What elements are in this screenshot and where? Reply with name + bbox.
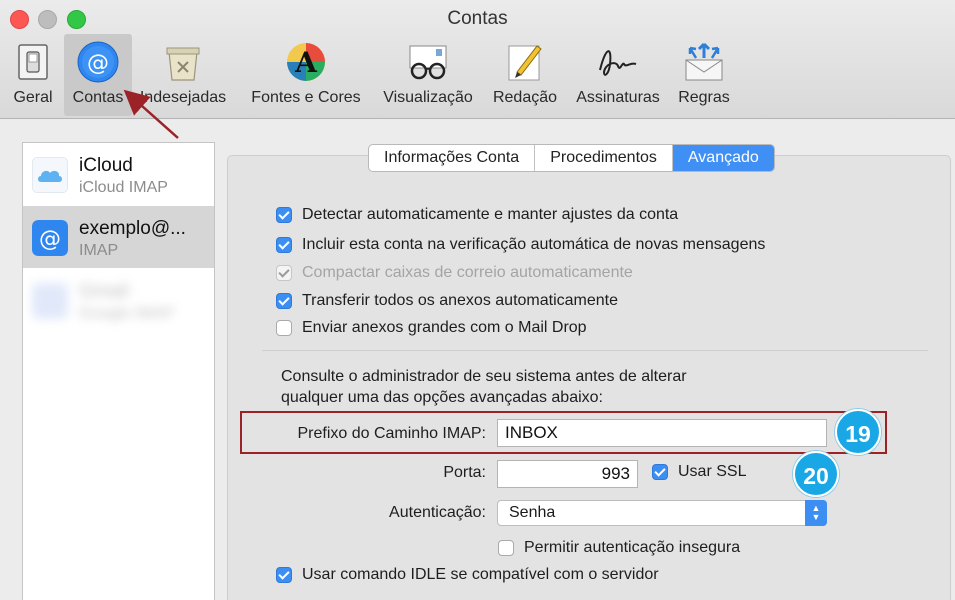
switch-icon bbox=[18, 44, 48, 80]
toolbar-label: Indesejadas bbox=[139, 89, 227, 106]
toolbar-label: Visualização bbox=[383, 89, 473, 106]
checkbox[interactable] bbox=[276, 320, 292, 336]
gmail-icon bbox=[32, 283, 68, 319]
account-name: iCloud bbox=[79, 155, 133, 176]
accounts-list: iCloud iCloud IMAP @ exemplo@... IMAP Gm… bbox=[22, 142, 215, 600]
tab-procedimentos[interactable]: Procedimentos bbox=[535, 145, 673, 171]
pencil-note-icon bbox=[508, 45, 542, 81]
junk-bin-icon bbox=[166, 47, 200, 81]
at-sign-icon: @ bbox=[77, 41, 119, 83]
toolbar-item-contas[interactable]: @ Contas bbox=[64, 34, 132, 116]
checkbox[interactable] bbox=[276, 207, 292, 223]
tab-bar: Informações Conta Procedimentos Avançado bbox=[368, 144, 775, 172]
window-title: Contas bbox=[447, 8, 508, 29]
toolbar-item-fontes-cores[interactable]: A Fontes e Cores bbox=[244, 34, 368, 116]
checkbox[interactable] bbox=[276, 237, 292, 253]
auth-select-value: Senha bbox=[509, 504, 556, 521]
tab-informacoes-conta[interactable]: Informações Conta bbox=[369, 145, 536, 171]
window-toolbar: Contas Geral @ Contas Indesejadas A Font… bbox=[0, 0, 955, 119]
toolbar-label: Regras bbox=[678, 89, 730, 106]
checkbox bbox=[276, 265, 292, 281]
checkbox[interactable] bbox=[498, 540, 514, 556]
account-name: Gmail bbox=[79, 281, 129, 302]
account-type: iCloud IMAP bbox=[79, 179, 168, 196]
toolbar-label: Assinaturas bbox=[576, 89, 660, 106]
cloud-icon bbox=[32, 157, 68, 193]
toolbar-item-assinaturas[interactable]: Assinaturas bbox=[570, 34, 666, 116]
toolbar-label: Geral bbox=[13, 89, 53, 106]
account-item-gmail[interactable]: Gmail Google IMAP bbox=[23, 269, 214, 331]
annotation-badge-20: 20 bbox=[793, 451, 839, 497]
svg-text:@: @ bbox=[39, 227, 61, 252]
tab-avancado[interactable]: Avançado bbox=[672, 145, 774, 171]
at-sign-icon: @ bbox=[32, 220, 68, 256]
advanced-warning-note: Consulte o administrador de seu sistema … bbox=[281, 368, 687, 406]
annotation-badge-19: 19 bbox=[835, 409, 881, 455]
toolbar-label: Contas bbox=[72, 89, 124, 106]
toolbar-item-redacao[interactable]: Redação bbox=[486, 34, 564, 116]
auth-label: Autenticação: bbox=[389, 504, 486, 521]
account-item-exemplo[interactable]: @ exemplo@... IMAP bbox=[23, 206, 214, 268]
toolbar-item-regras[interactable]: Regras bbox=[672, 34, 736, 116]
account-type: Google IMAP bbox=[79, 305, 175, 322]
signature-icon bbox=[599, 50, 637, 76]
annotation-highlight-box bbox=[240, 411, 887, 454]
fonts-colors-icon: A bbox=[287, 43, 325, 81]
chevron-up-down-icon: ▲ ▼ bbox=[805, 500, 827, 526]
checkbox[interactable] bbox=[276, 567, 292, 583]
toolbar-item-indesejadas[interactable]: Indesejadas bbox=[132, 34, 234, 116]
toolbar-item-visualizacao[interactable]: Visualização bbox=[376, 34, 480, 116]
port-input[interactable]: 993 bbox=[497, 460, 638, 488]
checkbox[interactable] bbox=[652, 464, 668, 480]
port-label: Porta: bbox=[443, 464, 486, 481]
checkbox[interactable] bbox=[276, 293, 292, 309]
toolbar-item-geral[interactable]: Geral bbox=[6, 34, 60, 116]
toolbar-label: Redação bbox=[492, 89, 558, 106]
divider bbox=[262, 350, 928, 351]
account-name: exemplo@... bbox=[79, 218, 186, 239]
account-item-icloud[interactable]: iCloud iCloud IMAP bbox=[23, 143, 214, 205]
toolbar-label: Fontes e Cores bbox=[251, 89, 361, 106]
auth-select[interactable]: Senha ▲ ▼ bbox=[497, 500, 827, 526]
rules-envelope-icon bbox=[685, 42, 723, 81]
svg-text:@: @ bbox=[87, 51, 109, 76]
account-type: IMAP bbox=[79, 242, 119, 259]
glasses-icon bbox=[409, 45, 447, 80]
svg-text:A: A bbox=[294, 46, 318, 79]
